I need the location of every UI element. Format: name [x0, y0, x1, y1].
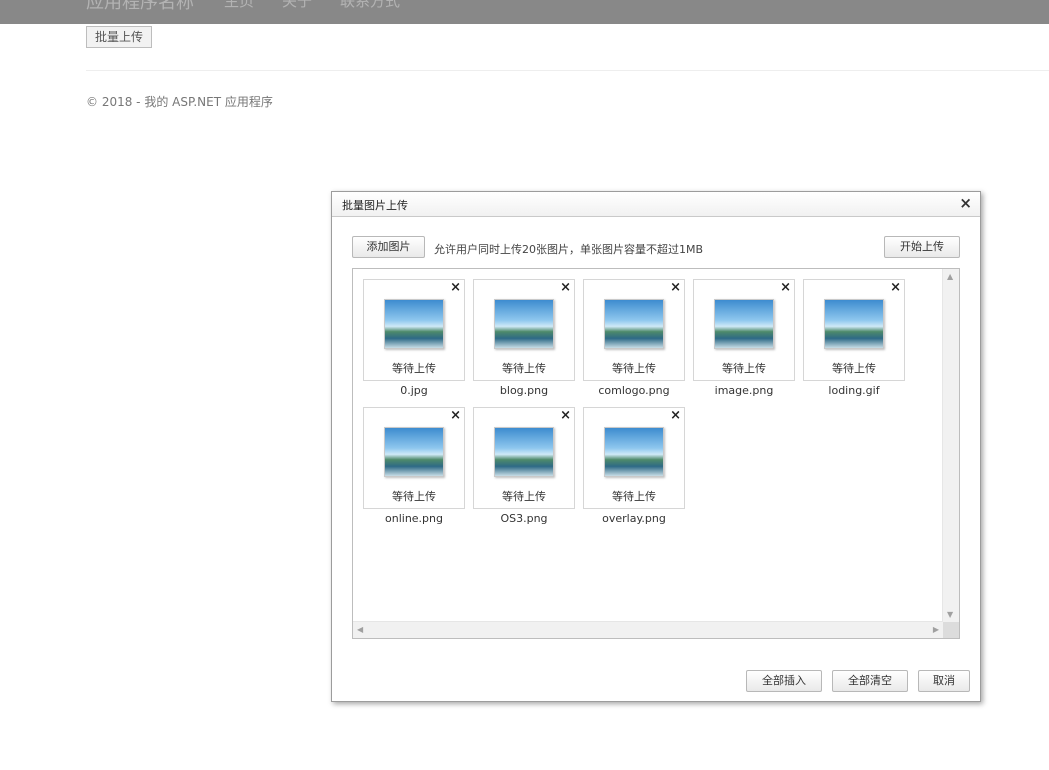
remove-file-icon[interactable]: ×: [890, 280, 901, 295]
file-status: 等待上传: [392, 490, 436, 503]
file-status: 等待上传: [392, 362, 436, 375]
batch-upload-button[interactable]: 批量上传: [86, 26, 153, 48]
file-list-area: × 等待上传 0.jpg × 等待上传 blog.png × 等待上传 comlogo.png ×…: [352, 268, 960, 639]
scroll-down-icon[interactable]: ▼: [947, 610, 953, 619]
top-navbar: 应用程序名称 主页 关于 联系方式: [0, 0, 1049, 24]
scroll-right-icon[interactable]: ▶: [933, 625, 939, 634]
remove-file-icon[interactable]: ×: [560, 280, 571, 295]
clear-all-button[interactable]: 全部清空: [832, 670, 908, 692]
nav-about[interactable]: 关于: [282, 0, 312, 11]
cancel-button[interactable]: 取消: [918, 670, 970, 692]
file-name: comlogo.png: [598, 384, 670, 397]
dialog-titlebar: 批量图片上传 ×: [332, 192, 980, 217]
upload-dialog: 批量图片上传 × 添加图片 允许用户同时上传20张图片，单张图片容量不超过1MB…: [331, 191, 981, 702]
scroll-left-icon[interactable]: ◀: [357, 625, 363, 634]
file-name: overlay.png: [602, 512, 666, 525]
app-brand[interactable]: 应用程序名称: [86, 0, 194, 14]
file-thumbnail[interactable]: × 等待上传: [473, 279, 575, 381]
image-preview: [604, 299, 664, 349]
file-status: 等待上传: [502, 362, 546, 375]
file-status: 等待上传: [832, 362, 876, 375]
file-thumbnail[interactable]: × 等待上传: [583, 279, 685, 381]
file-thumbnail[interactable]: × 等待上传: [473, 407, 575, 509]
file-name: 0.jpg: [400, 384, 428, 397]
scrollbar-corner: [943, 622, 959, 638]
file-thumbnail[interactable]: × 等待上传: [363, 407, 465, 509]
image-preview: [604, 427, 664, 477]
remove-file-icon[interactable]: ×: [450, 408, 461, 423]
file-name: image.png: [714, 384, 774, 397]
page-footer: © 2018 - 我的 ASP.NET 应用程序: [86, 95, 273, 109]
file-status: 等待上传: [612, 362, 656, 375]
image-preview: [494, 427, 554, 477]
vertical-scrollbar[interactable]: ▲ ▼: [942, 269, 959, 622]
divider: [86, 70, 1049, 71]
dialog-title: 批量图片上传: [342, 199, 408, 212]
image-preview: [384, 299, 444, 349]
file-status: 等待上传: [502, 490, 546, 503]
nav-contact[interactable]: 联系方式: [340, 0, 400, 11]
image-preview: [714, 299, 774, 349]
file-name: OS3.png: [500, 512, 548, 525]
nav-home[interactable]: 主页: [224, 0, 254, 11]
scroll-up-icon[interactable]: ▲: [947, 272, 953, 281]
image-preview: [824, 299, 884, 349]
image-preview: [494, 299, 554, 349]
file-name: online.png: [385, 512, 443, 525]
remove-file-icon[interactable]: ×: [780, 280, 791, 295]
insert-all-button[interactable]: 全部插入: [746, 670, 822, 692]
file-name: loding.gif: [828, 384, 880, 397]
remove-file-icon[interactable]: ×: [670, 280, 681, 295]
file-thumbnail[interactable]: × 等待上传: [693, 279, 795, 381]
remove-file-icon[interactable]: ×: [670, 408, 681, 423]
close-icon[interactable]: ×: [959, 194, 972, 212]
file-name: blog.png: [499, 384, 549, 397]
horizontal-scrollbar[interactable]: ◀ ▶: [353, 621, 943, 638]
file-thumbnail[interactable]: × 等待上传: [803, 279, 905, 381]
file-thumbnail[interactable]: × 等待上传: [583, 407, 685, 509]
remove-file-icon[interactable]: ×: [560, 408, 571, 423]
add-image-button[interactable]: 添加图片: [352, 236, 425, 258]
file-status: 等待上传: [612, 490, 656, 503]
start-upload-button[interactable]: 开始上传: [884, 236, 960, 258]
remove-file-icon[interactable]: ×: [450, 280, 461, 295]
upload-hint: 允许用户同时上传20张图片，单张图片容量不超过1MB: [434, 243, 704, 256]
file-status: 等待上传: [722, 362, 766, 375]
image-preview: [384, 427, 444, 477]
file-thumbnail[interactable]: × 等待上传: [363, 279, 465, 381]
